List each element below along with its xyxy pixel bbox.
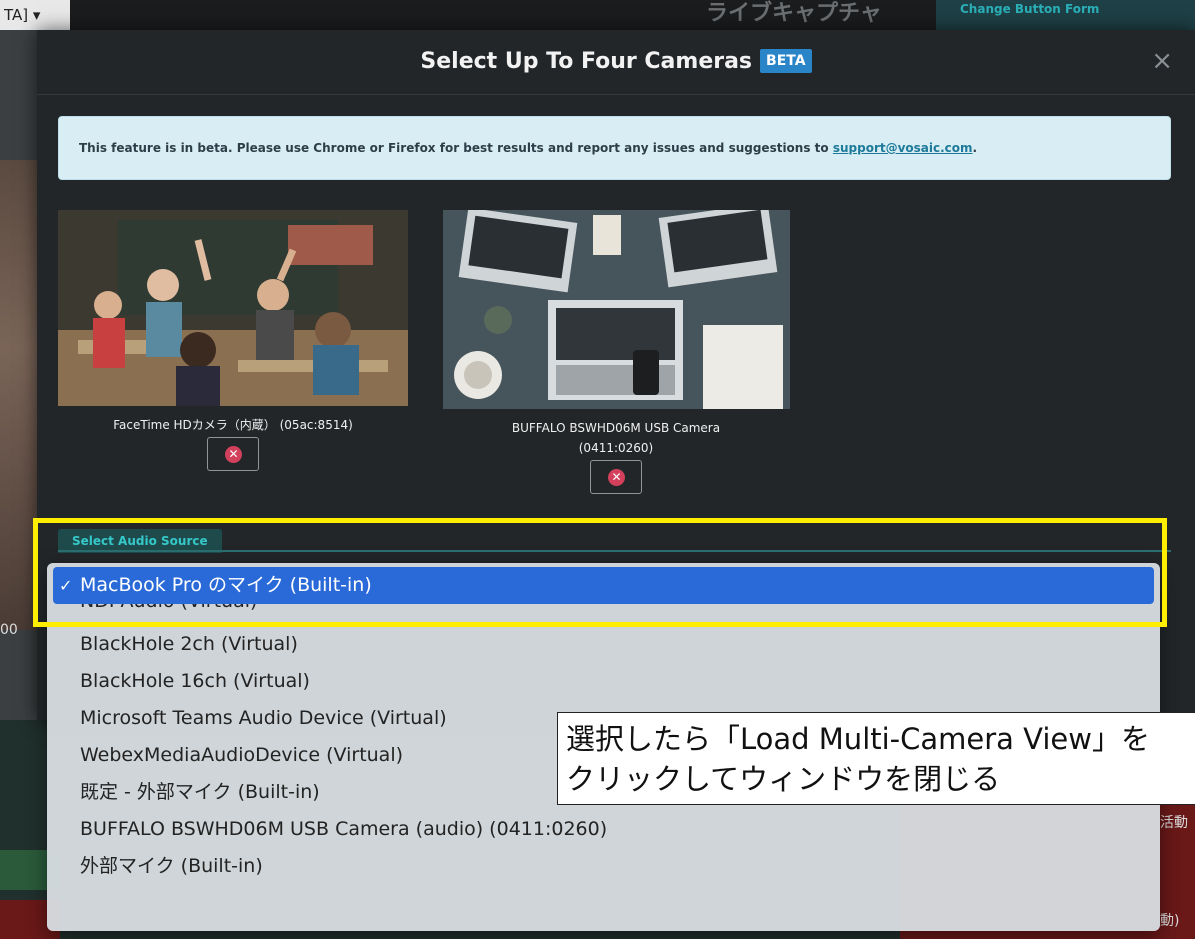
beta-badge: BETA (760, 49, 812, 73)
audio-option-label: 外部マイク (Built-in) (80, 855, 263, 877)
audio-option-label: WebexMediaAudioDevice (Virtual) (80, 744, 404, 766)
background-edge-text: 活動 (1160, 815, 1188, 831)
camera-label: BUFFALO BSWHD06M USB Camera (0411:0260) (432, 418, 800, 458)
camera-card: BUFFALO BSWHD06M USB Camera (0411:0260) … (432, 210, 800, 498)
remove-circle-icon: ✕ (608, 469, 625, 486)
callout-line1: 選択したら「Load Multi-Camera View」を (566, 722, 1150, 756)
background-edge-text: 動) (1160, 913, 1180, 929)
callout-line2: クリックしてウィンドウを閉じる (566, 762, 1001, 796)
camera-label-line1: BUFFALO BSWHD06M USB Camera (511, 421, 721, 435)
close-icon[interactable]: × (1151, 46, 1173, 76)
instruction-callout: 選択したら「Load Multi-Camera View」を クリックしてウィン… (557, 712, 1195, 805)
camera-label: FaceTime HDカメラ（内蔵） (05ac:8514) (113, 418, 353, 432)
audio-option[interactable]: BlackHole 2ch (Virtual) (47, 626, 1160, 663)
support-email-link[interactable]: support@vosaic.com (833, 141, 973, 155)
audio-option-label: 既定 - 外部マイク (Built-in) (80, 781, 320, 803)
audio-option-label: BlackHole 16ch (Virtual) (80, 670, 310, 692)
background-left-number: 00 (0, 622, 18, 638)
modal-title: Select Up To Four Cameras BETA (37, 30, 1195, 94)
remove-camera-button[interactable]: ✕ (207, 437, 259, 471)
background-tag-dropdown: TA] ▾ (0, 0, 70, 30)
background-live-capture-label: ライブキャプチャ (706, 1, 882, 26)
classroom-photo-icon (58, 210, 408, 406)
audio-option[interactable]: 外部マイク (Built-in) (47, 848, 1160, 885)
camera-label-line2: (0411:0260) (578, 441, 654, 455)
audio-option-label: BlackHole 2ch (Virtual) (80, 633, 298, 655)
audio-option[interactable]: BlackHole 16ch (Virtual) (47, 663, 1160, 700)
audio-option-label: Microsoft Teams Audio Device (Virtual) (80, 707, 447, 729)
beta-alert-text: This feature is in beta. Please use Chro… (79, 141, 833, 155)
modal-title-text: Select Up To Four Cameras (420, 49, 753, 74)
laptops-desk-photo-icon (442, 210, 790, 409)
remove-camera-button[interactable]: ✕ (590, 460, 642, 494)
highlight-box (33, 518, 1167, 627)
camera-preview-laptops (442, 210, 790, 409)
camera-card: FaceTime HDカメラ（内蔵） (05ac:8514) ✕ (49, 210, 417, 475)
modal-header: Select Up To Four Cameras BETA × (37, 30, 1195, 95)
audio-option-label: BUFFALO BSWHD06M USB Camera (audio) (041… (80, 818, 608, 840)
audio-option[interactable]: BUFFALO BSWHD06M USB Camera (audio) (041… (47, 811, 1160, 848)
background-change-button-form: Change Button Form (936, 0, 1195, 30)
remove-circle-icon: ✕ (225, 446, 242, 463)
beta-alert-suffix: . (972, 141, 978, 155)
camera-preview-classroom (58, 210, 408, 406)
beta-alert: This feature is in beta. Please use Chro… (58, 116, 1171, 180)
